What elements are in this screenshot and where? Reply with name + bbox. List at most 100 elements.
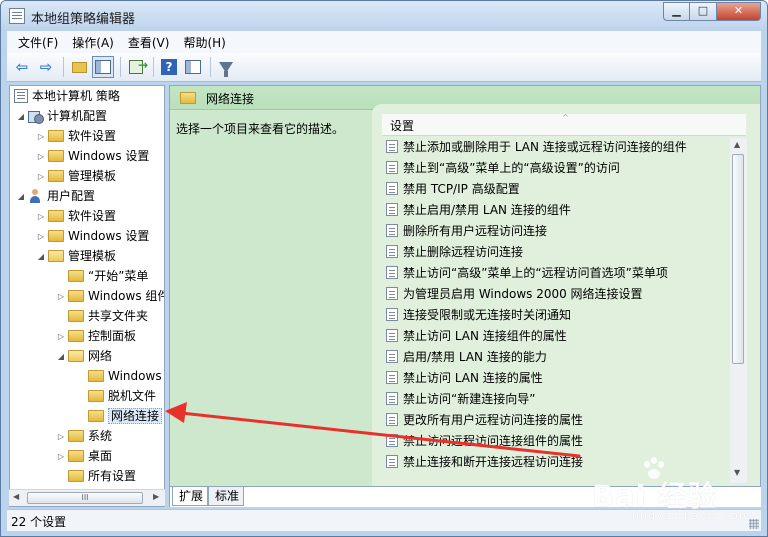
tree-item-root[interactable]: 本地计算机 策略 [12,86,120,106]
toolbar-separator [210,57,211,77]
tree-item-software-settings[interactable]: ▷ 软件设置 [36,126,116,146]
menu-action[interactable]: 操作(A) [65,34,121,51]
setting-row[interactable]: 禁止访问“新建连接向导” [386,389,535,410]
policy-setting-icon [386,455,398,468]
scroll-up-icon[interactable]: ▲ [734,140,740,149]
help-button[interactable]: ? [158,56,180,78]
tree-item-control-panel[interactable]: ▷ 控制面板 [56,326,136,346]
setting-row[interactable]: 禁止添加或删除用于 LAN 连接或远程访问连接的组件 [386,137,687,158]
description-prompt: 选择一个项目来查看它的描述。 [176,122,345,136]
up-one-level-button[interactable] [68,56,90,78]
collapsed-triangle-icon[interactable]: ▷ [36,167,46,187]
tree-item-windows-connect-now[interactable]: Windows [76,366,162,386]
collapsed-triangle-icon[interactable]: ▷ [56,447,66,467]
details-pane: 网络连接 选择一个项目来查看它的描述。 设置 ^ 禁止添加或删除用于 LAN 连… [169,85,761,487]
tab-standard[interactable]: 标准 [208,487,245,506]
tree-item-offline-files[interactable]: 脱机文件 [76,386,156,406]
tree-item-label: Windows 设置 [68,229,150,243]
title-bar[interactable]: 本地组策略编辑器 ▁ □ ✕ [1,1,767,31]
tree-item-windows-settings[interactable]: ▷ Windows 设置 [36,226,149,246]
setting-row[interactable]: 禁止访问 LAN 连接组件的属性 [386,326,567,347]
collapsed-triangle-icon[interactable]: ▷ [56,327,66,347]
menu-help[interactable]: 帮助(H) [176,34,232,51]
tree-item-shared-folders[interactable]: 共享文件夹 [56,306,148,326]
expanded-triangle-icon[interactable]: ◢ [16,187,26,207]
filter-button[interactable] [215,56,237,78]
folder-icon [68,429,84,442]
collapsed-triangle-icon[interactable]: ▷ [36,127,46,147]
folder-icon [68,309,84,322]
setting-label: 连接受限制或无连接时关闭通知 [403,308,572,322]
tree-item-desktop[interactable]: ▷ 桌面 [56,446,112,466]
watermark-url: jingyan.baidu.com [632,509,751,522]
scroll-right-icon[interactable]: ▶ [153,492,159,501]
back-arrow-icon: ⇦ [15,58,29,76]
close-button[interactable]: ✕ [717,2,761,21]
policy-setting-icon [386,434,398,447]
setting-row[interactable]: 禁止到“高级”菜单上的“高级设置”的访问 [386,158,620,179]
help-icon: ? [161,59,177,75]
setting-row[interactable]: 为管理员启用 Windows 2000 网络连接设置 [386,284,643,305]
show-hide-tree-button[interactable] [92,56,114,78]
settings-vertical-scrollbar[interactable]: ▲ ▼ [730,138,747,483]
sort-indicator-icon: ^ [562,113,569,122]
scroll-left-icon[interactable]: ◀ [13,492,19,501]
expanded-triangle-icon[interactable]: ◢ [36,247,46,267]
maximize-button[interactable]: □ [690,2,717,21]
tree-item-software-settings[interactable]: ▷ 软件设置 [36,206,116,226]
export-list-button[interactable] [125,56,148,78]
setting-row[interactable]: 禁止访问 LAN 连接的属性 [386,368,543,389]
tab-extended[interactable]: 扩展 [172,487,209,506]
setting-row[interactable]: 启用/禁用 LAN 连接的能力 [386,347,547,368]
tree-item-windows-components[interactable]: ▷ Windows 组件 [56,286,164,307]
collapsed-triangle-icon[interactable]: ▷ [56,427,66,447]
collapsed-triangle-icon[interactable]: ▷ [36,207,46,227]
tree-item-admin-templates[interactable]: ▷ 管理模板 [36,166,116,186]
expanded-triangle-icon[interactable]: ◢ [56,347,66,367]
setting-row[interactable]: 禁用 TCP/IP 高级配置 [386,179,520,200]
all-settings-icon [68,469,84,482]
tree-item-user-config[interactable]: ◢ 用户配置 [16,186,95,206]
tree-horizontal-scrollbar[interactable]: ◀ III ▶ [9,489,165,506]
setting-label: 为管理员启用 Windows 2000 网络连接设置 [403,287,643,301]
tree-item-network-connections[interactable]: 网络连接 [76,406,163,426]
scroll-thumb[interactable] [732,154,744,364]
action-pane-icon [185,60,201,74]
setting-row[interactable]: 连接受限制或无连接时关闭通知 [386,305,571,326]
tree-item-admin-templates[interactable]: ◢ 管理模板 [36,246,116,266]
minimize-button[interactable]: ▁ [663,2,690,21]
show-hide-action-pane-button[interactable] [182,56,204,78]
setting-row[interactable]: 更改所有用户远程访问连接的属性 [386,410,583,431]
expanded-triangle-icon[interactable]: ◢ [16,107,26,127]
collapsed-triangle-icon[interactable]: ▷ [56,287,66,307]
tree-item-network[interactable]: ◢ 网络 [56,346,112,366]
tree-item-system[interactable]: ▷ 系统 [56,426,112,446]
collapsed-triangle-icon[interactable]: ▷ [36,147,46,167]
setting-row[interactable]: 禁止连接和断开连接远程访问连接 [386,452,583,473]
tree-item-computer-config[interactable]: ◢ 计算机配置 [16,106,107,126]
setting-row[interactable]: 禁止启用/禁用 LAN 连接的组件 [386,200,571,221]
setting-row[interactable]: 禁止访问远程访问连接组件的属性 [386,431,583,452]
column-header-setting[interactable]: 设置 ^ [382,113,746,136]
menu-view[interactable]: 查看(V) [121,34,177,51]
scroll-thumb[interactable]: III [27,492,143,504]
policy-setting-icon [386,287,398,300]
forward-button[interactable]: ⇨ [35,56,57,78]
tree-item-all-settings[interactable]: 所有设置 [56,466,136,486]
setting-row[interactable]: 禁止删除远程访问连接 [386,242,523,263]
folder-icon [180,92,196,104]
setting-label: 禁止访问远程访问连接组件的属性 [403,434,584,448]
setting-label: 禁止访问“高级”菜单上的“远程访问首选项”菜单项 [403,266,668,280]
tree-item-windows-settings[interactable]: ▷ Windows 设置 [36,146,149,166]
tree-item-start-menu[interactable]: “开始”菜单 [56,266,148,286]
details-title: 网络连接 [206,92,255,106]
back-button[interactable]: ⇦ [11,56,33,78]
menu-file[interactable]: 文件(F) [11,34,65,51]
setting-row[interactable]: 删除所有用户远程访问连接 [386,221,547,242]
collapsed-triangle-icon[interactable]: ▷ [36,227,46,247]
policy-setting-icon [386,161,398,174]
setting-row[interactable]: 禁止访问“高级”菜单上的“远程访问首选项”菜单项 [386,263,668,284]
policy-setting-icon [386,266,398,279]
folder-icon [88,369,104,382]
settings-list-panel: 设置 ^ 禁止添加或删除用于 LAN 连接或远程访问连接的组件 禁止到“高级”菜单… [372,104,760,486]
